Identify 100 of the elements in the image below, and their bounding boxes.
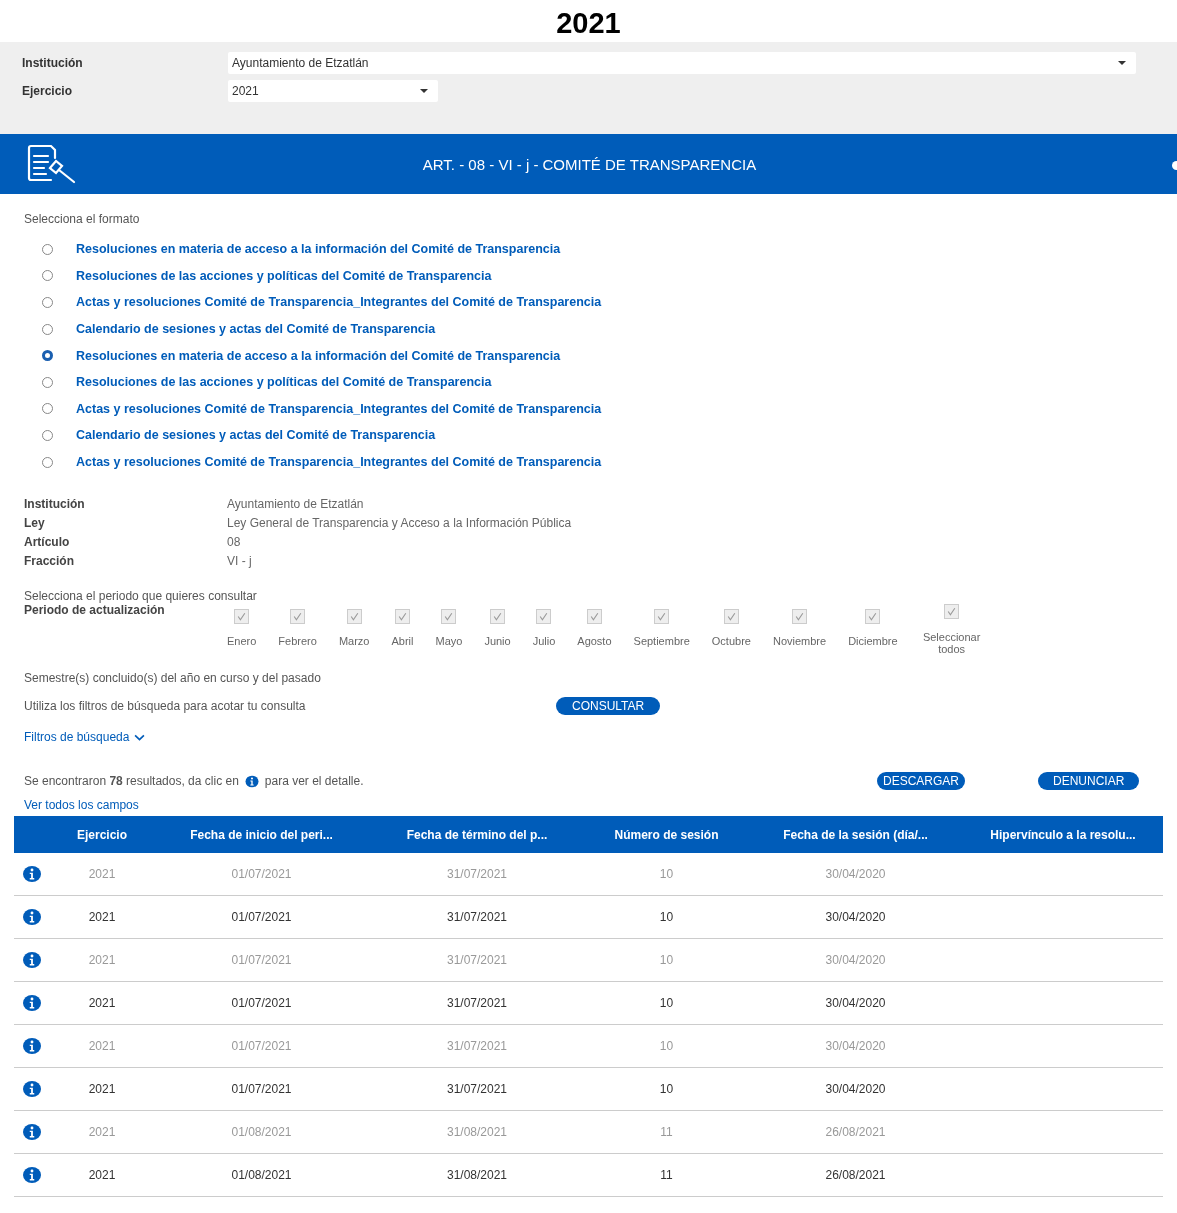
checkbox-label: Enero — [227, 635, 257, 648]
checkbox-label: Mayo — [435, 635, 463, 648]
field-label: Institución — [22, 56, 84, 70]
checkbox-label: Diciembre — [848, 635, 898, 648]
check-icon — [348, 611, 360, 623]
checkbox-label: Septiembre — [633, 635, 690, 648]
table-cell-text: 10 — [658, 910, 675, 925]
table-cell-text: 30/04/2020 — [824, 996, 887, 1011]
column-header[interactable]: Fecha de inicio del peri... — [154, 827, 369, 842]
consult-button[interactable]: CONSULTAR — [556, 697, 661, 716]
checkbox[interactable] — [723, 609, 739, 625]
format-link[interactable]: Resoluciones de las acciones y políticas del Comité de Transparencia — [76, 375, 492, 390]
page-title: 2021 — [555, 6, 622, 41]
detail-label: Fracción — [24, 554, 75, 569]
format-link[interactable]: Calendario de sesiones y actas del Comité de Transparencia — [76, 322, 436, 337]
table-cell-text: 26/08/2021 — [824, 1168, 887, 1183]
table-row[interactable]: 2021 01/08/2021 31/08/2021 11 26/08/2021 — [14, 1154, 1163, 1198]
detail-label: Institución — [24, 497, 86, 512]
radio-button[interactable] — [42, 243, 53, 255]
checkbox[interactable] — [441, 609, 457, 625]
radio-button[interactable] — [42, 350, 53, 362]
table-row[interactable]: 2021 01/07/2021 31/07/2021 10 30/04/2020 — [14, 982, 1163, 1026]
checkbox[interactable] — [346, 609, 362, 625]
radio-button[interactable] — [42, 323, 53, 335]
caret-icon — [1118, 61, 1126, 65]
table-cell-text: 11 — [659, 1168, 674, 1183]
table-cell-text: 01/07/2021 — [230, 1082, 293, 1097]
checkbox-label: Agosto — [577, 635, 612, 648]
dropdown[interactable]: Ayuntamiento de Etzatlán — [228, 52, 1136, 74]
checkbox[interactable] — [536, 609, 552, 625]
check-icon — [588, 611, 600, 623]
table-row[interactable]: 2021 01/07/2021 31/07/2021 10 30/04/2020 — [14, 1068, 1163, 1112]
all-fields-link[interactable]: Ver todos los campos — [24, 798, 139, 813]
check-icon — [946, 606, 958, 618]
checkbox[interactable] — [394, 609, 410, 625]
format-link[interactable]: Resoluciones en materia de acceso a la información del Comité de Transparencia — [76, 242, 561, 257]
table-cell-text: 31/07/2021 — [445, 867, 509, 882]
table-cell-text: 31/07/2021 — [445, 953, 509, 968]
column-header[interactable]: Hipervínculo a la resolu... — [963, 827, 1163, 842]
section-label: Selecciona el formato — [24, 212, 141, 226]
checkbox[interactable] — [865, 609, 881, 625]
table-cell-text: 30/04/2020 — [824, 1082, 887, 1097]
format-link[interactable]: Actas y resoluciones Comité de Transparencia_Integrantes del Comité de Transparencia — [76, 455, 602, 470]
table-cell-text: 10 — [658, 867, 675, 882]
format-link[interactable]: Actas y resoluciones Comité de Transparencia_Integrantes del Comité de Transparencia — [76, 295, 602, 310]
checkbox[interactable] — [290, 609, 306, 625]
info-icon — [21, 1080, 43, 1099]
table-cell-text: 2021 — [87, 996, 117, 1011]
table-cell-text: 10 — [658, 1039, 675, 1054]
format-link[interactable]: Resoluciones de las acciones y políticas del Comité de Transparencia — [76, 268, 492, 283]
detail-value: 08 — [227, 535, 242, 550]
format-link[interactable]: Calendario de sesiones y actas del Comité de Transparencia — [76, 428, 436, 443]
radio-button[interactable] — [42, 429, 53, 441]
check-icon — [656, 611, 668, 623]
table-cell-text: 30/04/2020 — [824, 1039, 887, 1054]
info-icon — [21, 951, 43, 970]
column-header[interactable]: Número de sesión — [585, 827, 748, 842]
column-header[interactable]: Ejercicio — [50, 827, 154, 842]
info-icon — [21, 865, 43, 884]
check-icon — [292, 611, 304, 623]
checkbox[interactable] — [490, 609, 505, 625]
column-header[interactable]: Fecha de término del p... — [369, 827, 585, 842]
checkbox[interactable] — [586, 609, 602, 625]
table-cell-text: 30/04/2020 — [824, 953, 887, 968]
checkbox[interactable] — [944, 604, 960, 620]
format-link[interactable]: Resoluciones en materia de acceso a la información del Comité de Transparencia — [76, 348, 561, 363]
results-text: Se encontraron 78 resultados, da clic en — [24, 774, 239, 789]
radio-button[interactable] — [42, 270, 53, 282]
report-button[interactable]: DENUNCIAR — [1038, 772, 1140, 791]
detail-value: VI - j — [227, 554, 253, 569]
radio-button[interactable] — [42, 376, 53, 388]
check-icon — [396, 611, 408, 623]
info-icon — [21, 908, 43, 927]
checkbox[interactable] — [654, 609, 670, 625]
dropdown[interactable]: 2021 — [228, 80, 438, 102]
column-header[interactable]: Fecha de la sesión (día/... — [748, 827, 963, 842]
table-cell-text: 30/04/2020 — [824, 867, 887, 882]
caret-icon — [420, 89, 428, 93]
table-cell-text: 30/04/2020 — [824, 910, 887, 925]
radio-button[interactable] — [42, 403, 53, 415]
table-cell-text: 31/07/2021 — [445, 996, 509, 1011]
checkbox-label: Julio — [532, 635, 556, 648]
checkbox[interactable] — [792, 609, 808, 625]
checkbox-label: Junio — [484, 635, 511, 648]
table-cell-text: 01/07/2021 — [230, 910, 293, 925]
table-cell-text: 31/08/2021 — [445, 1168, 509, 1183]
format-link[interactable]: Actas y resoluciones Comité de Transparencia_Integrantes del Comité de Transparencia — [76, 401, 602, 416]
results-text: para ver el detalle. — [264, 774, 364, 789]
search-filters-link[interactable]: Filtros de búsqueda — [24, 730, 1177, 745]
note-text: Semestre(s) concluido(s) del año en curso y del pasado — [24, 671, 322, 686]
radio-button[interactable] — [42, 297, 53, 308]
table-cell-text: 10 — [658, 1082, 675, 1097]
detail-label: Ley — [24, 516, 46, 531]
hint-text: Utiliza los filtros de búsqueda para acotar tu consulta — [24, 699, 307, 714]
checkbox[interactable] — [234, 609, 250, 625]
table-cell-text: 26/08/2021 — [824, 1125, 887, 1140]
radio-button[interactable] — [42, 456, 53, 468]
table-row[interactable]: 2021 01/07/2021 31/07/2021 10 30/04/2020 — [14, 896, 1163, 940]
download-button[interactable]: DESCARGAR — [877, 772, 965, 791]
check-icon — [443, 611, 455, 623]
